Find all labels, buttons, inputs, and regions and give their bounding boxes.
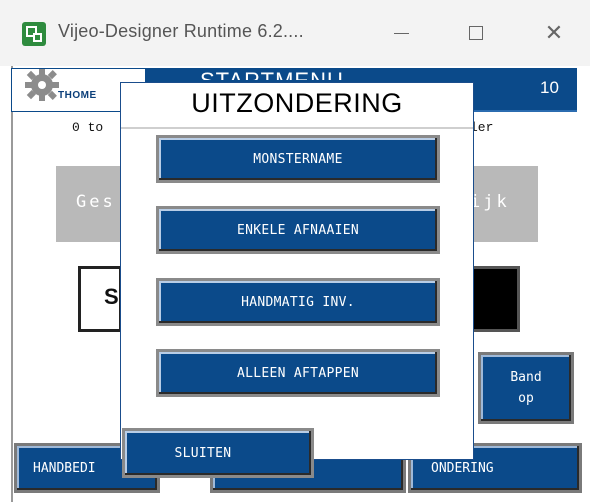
sluiten-label: SLUITEN — [174, 445, 232, 461]
popup-divider — [121, 127, 473, 129]
close-icon: ✕ — [544, 20, 564, 46]
alleen-aftappen-button[interactable]: ALLEEN AFTAPPEN — [156, 349, 440, 397]
vijeo-app-icon — [22, 22, 46, 46]
monstername-button[interactable]: MONSTERNAME — [156, 135, 440, 183]
enkele-afnaaien-label: ENKELE AFNAAIEN — [237, 222, 359, 238]
uitzondering-label: ONDERING — [431, 460, 494, 476]
black-indicator-box — [470, 266, 520, 332]
band-op-button[interactable]: Band op — [478, 352, 574, 424]
screen-number: 10 — [540, 78, 559, 97]
minimize-button[interactable] — [378, 14, 424, 52]
maximize-button[interactable] — [453, 14, 499, 52]
popup-title: UITZONDERING — [191, 87, 403, 118]
window-titlebar[interactable]: Vijeo-Designer Runtime 6.2.... ✕ — [0, 0, 590, 66]
brand-label: THOME — [58, 90, 97, 101]
screen-title: STARTMENU — [200, 68, 344, 80]
band-op-label-line2: op — [518, 391, 534, 406]
enkele-afnaaien-button[interactable]: ENKELE AFNAAIEN — [156, 206, 440, 254]
band-op-label-line1: Band — [510, 370, 542, 385]
monstername-label: MONSTERNAME — [253, 151, 343, 167]
close-window-button[interactable]: ✕ — [531, 14, 577, 52]
sluiten-button[interactable]: SLUITEN — [122, 428, 314, 478]
white-box-text: S — [104, 284, 119, 309]
window-title: Vijeo-Designer Runtime 6.2.... — [58, 21, 304, 41]
status-text-left: 0 to — [72, 120, 104, 135]
handmatig-inv-label: HANDMATIG INV. — [241, 294, 355, 310]
grey-field-text-left: Ges — [76, 192, 116, 212]
maximize-icon — [469, 26, 483, 40]
grey-field-text-right: ijk — [470, 192, 510, 212]
alleen-aftappen-label: ALLEEN AFTAPPEN — [237, 365, 359, 381]
minimize-icon — [393, 32, 409, 34]
handmatig-inv-button[interactable]: HANDMATIG INV. — [156, 278, 440, 326]
handbediening-label: HANDBEDI — [33, 460, 96, 476]
